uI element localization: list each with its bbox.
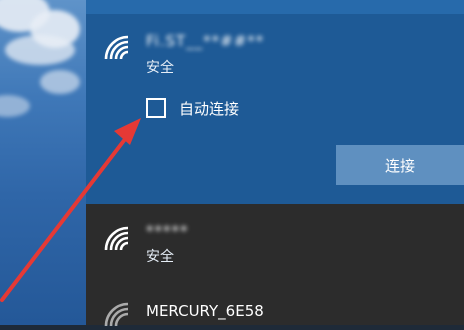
network-item-selected[interactable]: Fi.ST__**##** 安全 自动连接 连接 xyxy=(86,0,464,204)
network-name: ***** xyxy=(146,222,189,240)
network-security-status: 安全 xyxy=(146,60,174,76)
network-security-status: 安全 xyxy=(146,249,174,265)
wifi-flyout: Fi.ST__**##** 安全 自动连接 连接 ***** 安全 MERCUR… xyxy=(86,0,464,327)
auto-connect-label: 自动连接 xyxy=(179,100,240,118)
network-name: Fi.ST__**##** xyxy=(146,32,265,50)
auto-connect-checkbox[interactable] xyxy=(146,98,166,118)
connect-button[interactable]: 连接 xyxy=(336,145,464,185)
wifi-signal-icon xyxy=(102,33,132,63)
network-item[interactable]: MERCURY_6E58 xyxy=(86,278,464,327)
wifi-signal-icon xyxy=(102,300,132,330)
network-name: MERCURY_6E58 xyxy=(146,302,264,320)
network-item[interactable]: ***** 安全 xyxy=(86,204,464,278)
wifi-signal-icon xyxy=(102,224,132,254)
desktop-wallpaper xyxy=(0,0,86,325)
